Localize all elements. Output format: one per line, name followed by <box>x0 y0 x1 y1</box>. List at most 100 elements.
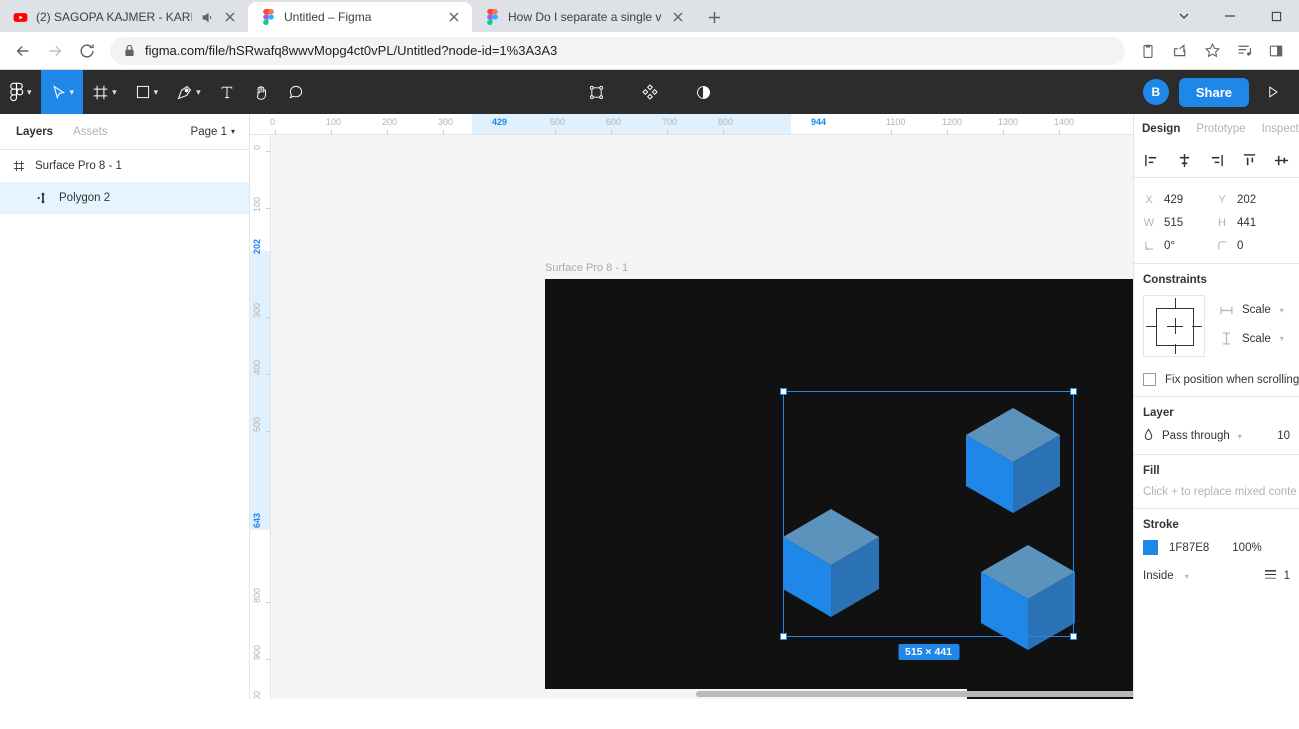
browser-tab-2[interactable]: How Do I separate a single vecto <box>472 2 696 32</box>
stroke-color-swatch[interactable] <box>1143 540 1158 555</box>
constraint-vertical[interactable]: Scale ▾ <box>1219 332 1284 345</box>
share-icon[interactable] <box>1165 36 1195 66</box>
resize-handle-bottom-right[interactable] <box>1070 633 1077 640</box>
stroke-title: Stroke <box>1143 519 1179 531</box>
chevron-down-icon[interactable] <box>1161 0 1207 32</box>
layer-item-frame[interactable]: Surface Pro 8 - 1 <box>0 150 249 182</box>
reading-list-icon[interactable] <box>1229 36 1259 66</box>
scrollbar-thumb[interactable] <box>696 691 1133 697</box>
constraints-widget[interactable] <box>1143 295 1205 357</box>
pen-tool[interactable]: ▾ <box>167 70 210 114</box>
back-arrow-icon[interactable] <box>8 36 38 66</box>
resize-handle-top-right[interactable] <box>1070 388 1077 395</box>
page-selector-label: Page 1 <box>190 125 227 138</box>
reload-icon[interactable] <box>72 36 102 66</box>
layer-opacity-value[interactable]: 10 <box>1277 430 1290 442</box>
tab-layers[interactable]: Layers <box>16 126 53 138</box>
browser-tab-0[interactable]: (2) SAGOPA KAJMER - KARIŞ <box>0 2 248 32</box>
chevron-down-icon[interactable]: ▾ <box>70 87 75 97</box>
chevron-down-icon[interactable]: ▾ <box>27 87 32 97</box>
frame-tool[interactable]: ▾ <box>83 70 126 114</box>
constraint-horizontal[interactable]: Scale ▾ <box>1219 304 1284 316</box>
vertical-ruler[interactable]: 0 100 202 300 400 500 643 800 900 1000 <box>250 135 271 699</box>
canvas[interactable]: 0 100 200 300 429 500 600 700 800 944 11… <box>250 114 1133 699</box>
tab-design[interactable]: Design <box>1142 123 1180 135</box>
stroke-color-row[interactable]: 1F87E8 100% <box>1143 540 1290 555</box>
tab-close-icon[interactable] <box>670 9 686 25</box>
forward-arrow-icon[interactable] <box>40 36 70 66</box>
tab-audio-icon[interactable] <box>200 10 214 24</box>
resize-handle-bottom-left[interactable] <box>780 633 787 640</box>
comment-tool[interactable] <box>279 70 313 114</box>
components-tool[interactable] <box>632 70 668 114</box>
browser-tab-1[interactable]: Untitled – Figma <box>248 2 472 32</box>
chevron-down-icon: ▾ <box>1184 571 1189 581</box>
fix-position-row[interactable]: Fix position when scrolling <box>1143 373 1299 386</box>
browser-tab-strip: (2) SAGOPA KAJMER - KARIŞ Untitled – Fig… <box>0 0 1299 32</box>
layer-blend-row[interactable]: Pass through ▾ 10 <box>1143 428 1290 444</box>
fix-position-checkbox[interactable] <box>1143 373 1156 386</box>
tab-close-icon[interactable] <box>222 9 238 25</box>
sidepanel-icon[interactable] <box>1261 36 1291 66</box>
property-h[interactable]: H 441 <box>1216 217 1289 229</box>
address-bar[interactable]: figma.com/file/hSRwafq8wwvMopg4ct0vPL/Un… <box>110 36 1125 65</box>
ruler-tick: 600 <box>606 117 622 127</box>
layer-item-polygon[interactable]: Polygon 2 <box>0 182 249 214</box>
ruler-tick: 400 <box>252 360 262 376</box>
new-tab-button[interactable] <box>700 3 728 31</box>
horizontal-scrollbar[interactable] <box>500 689 1133 699</box>
layer-item-label: Surface Pro 8 - 1 <box>35 160 122 172</box>
property-x[interactable]: X 429 <box>1143 194 1216 206</box>
maximize-icon[interactable] <box>1253 0 1299 32</box>
figma-logo-icon[interactable]: ▾ <box>0 70 41 114</box>
figma-toolbar: ▾ ▾ ▾ ▾ ▾ B Share <box>0 70 1299 114</box>
ruler-selection-range-v <box>250 251 270 530</box>
tab-prototype[interactable]: Prototype <box>1196 123 1245 135</box>
shape-tool[interactable]: ▾ <box>126 70 168 114</box>
horizontal-ruler[interactable]: 0 100 200 300 429 500 600 700 800 944 11… <box>250 114 1133 135</box>
resize-handle-top-left[interactable] <box>780 388 787 395</box>
align-right-icon[interactable] <box>1208 152 1225 169</box>
selection-bounds[interactable]: 515 × 441 <box>780 388 1077 660</box>
chevron-down-icon: ▾ <box>230 127 235 136</box>
minimize-icon[interactable] <box>1207 0 1253 32</box>
star-icon[interactable] <box>1197 36 1227 66</box>
frame-label[interactable]: Surface Pro 8 - 1 <box>545 262 628 274</box>
property-value-corner-radius: 0 <box>1237 239 1244 252</box>
property-corner-radius[interactable]: 0 <box>1216 240 1289 252</box>
tab-close-icon[interactable] <box>446 9 462 25</box>
align-left-icon[interactable] <box>1143 152 1160 169</box>
property-value-h: 441 <box>1237 216 1257 229</box>
align-vertical-center-icon[interactable] <box>1273 152 1290 169</box>
property-rotation[interactable]: 0° <box>1143 240 1216 252</box>
chevron-down-icon: ▾ <box>1279 334 1284 343</box>
chevron-down-icon[interactable]: ▾ <box>112 87 117 97</box>
stroke-position-row[interactable]: Inside ▾ 1 <box>1143 569 1290 583</box>
avatar[interactable]: B <box>1142 79 1169 105</box>
hand-tool[interactable] <box>244 70 279 114</box>
move-tool[interactable]: ▾ <box>40 70 84 114</box>
text-tool[interactable] <box>210 70 244 114</box>
boolean-tool[interactable] <box>686 70 721 114</box>
property-w[interactable]: W 515 <box>1143 217 1216 229</box>
angle-icon <box>1143 240 1155 251</box>
tab-assets[interactable]: Assets <box>73 126 108 138</box>
address-bar-url: figma.com/file/hSRwafq8wwvMopg4ct0vPL/Un… <box>145 43 558 58</box>
chevron-down-icon[interactable]: ▾ <box>196 87 201 97</box>
present-button[interactable] <box>1259 84 1287 100</box>
align-top-icon[interactable] <box>1241 152 1258 169</box>
chevron-down-icon[interactable]: ▾ <box>154 87 159 97</box>
share-button[interactable]: Share <box>1178 77 1249 107</box>
design-panel: Design Prototype Inspect X 429 Y 202 W 5… <box>1133 114 1299 699</box>
tab-inspect[interactable]: Inspect <box>1262 123 1299 135</box>
youtube-icon <box>12 9 28 25</box>
fill-placeholder[interactable]: Click + to replace mixed conte <box>1143 486 1297 498</box>
property-y[interactable]: Y 202 <box>1216 194 1289 206</box>
page-selector[interactable]: Page 1 ▾ <box>191 126 235 138</box>
clipboard-icon[interactable] <box>1133 36 1163 66</box>
mask-tool[interactable] <box>579 70 614 114</box>
align-horizontal-center-icon[interactable] <box>1176 152 1193 169</box>
property-value-rotation: 0° <box>1164 239 1175 252</box>
ruler-tick: 500 <box>252 417 262 433</box>
ruler-tick: 100 <box>326 117 342 127</box>
